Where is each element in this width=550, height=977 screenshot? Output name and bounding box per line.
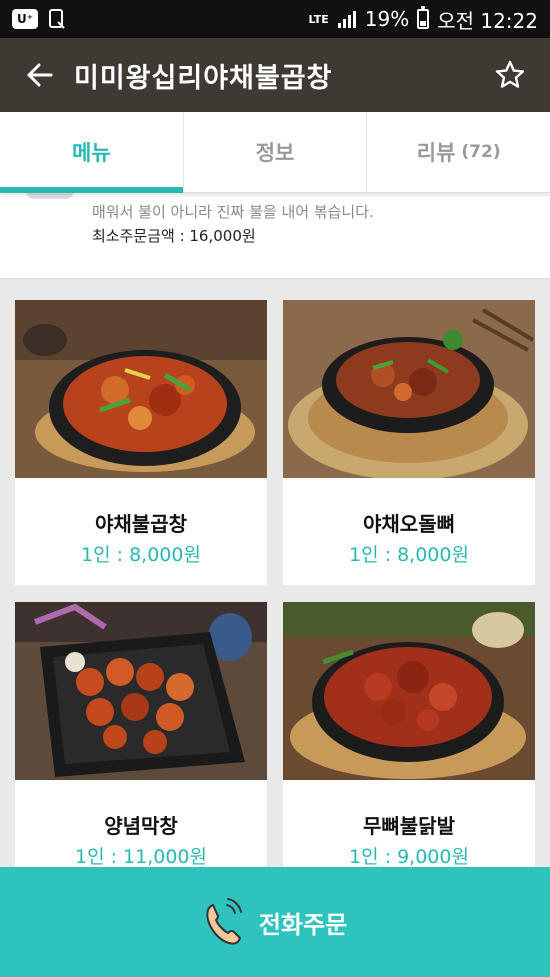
phone-order-button[interactable]: 전화주문 [0,867,550,977]
tab-reviews[interactable]: 리뷰 (72) [367,112,550,192]
menu-item-price: 1인 : 9,000원 [349,846,469,868]
back-arrow-icon [27,63,53,87]
phone-order-label: 전화주문 [258,910,348,939]
menu-item-photo [15,602,267,780]
menu-card[interactable]: 양념막창 1인 : 11,000원 [15,602,267,887]
page-title: 미미왕십리야채불곱창 [74,62,333,94]
screenshot-icon [49,9,65,29]
tab-reviews-label: 리뷰 [416,141,456,165]
signal-icon [337,11,356,28]
menu-card[interactable]: 무뼈불닭발 1인 : 9,000원 [283,602,535,887]
status-bar: U⁺ LTE 19% 오전 12:22 [0,0,550,38]
review-count: (72) [461,142,501,162]
tab-menu[interactable]: 메뉴 [0,112,184,193]
menu-card[interactable]: 야채오돌뼈 1인 : 8,000원 [283,300,535,585]
tab-menu-label: 메뉴 [72,141,111,165]
clock: 오전 12:22 [437,8,538,33]
menu-item-price: 1인 : 8,000원 [81,544,201,566]
menu-item-name: 야채오돌뼈 [363,512,455,536]
menu-item-photo [283,602,535,780]
tab-bar: 메뉴 정보 리뷰 (72) [0,112,550,193]
app-badge-icon: U⁺ [12,9,38,29]
menu-item-photo [283,300,535,478]
menu-item-name: 무뼈불닭발 [363,814,455,838]
menu-item-name: 야채불곱창 [95,512,187,536]
battery-percent: 19% [364,7,410,31]
network-type: LTE [308,12,329,26]
tab-info-label: 정보 [255,141,295,165]
battery-icon [417,6,430,29]
menu-item-photo [15,300,267,478]
star-icon [495,60,525,88]
phone-icon [206,898,242,945]
app-bar: 미미왕십리야채불곱창 [0,38,550,112]
menu-item-name: 양념막창 [104,814,178,838]
menu-card[interactable]: 야채불곱창 1인 : 8,000원 [15,300,267,585]
menu-item-price: 1인 : 11,000원 [74,846,207,868]
favorite-button[interactable] [490,55,530,95]
menu-item-price: 1인 : 8,000원 [349,544,469,566]
store-description: 매워서 불이 아니라 진짜 불을 내어 볶습니다. [92,203,374,221]
tab-info[interactable]: 정보 [184,112,368,192]
store-info-panel: 매워서 불이 아니라 진짜 불을 내어 볶습니다. 최소주문금액 : 16,00… [0,187,550,279]
back-button[interactable] [20,56,58,94]
min-order-amount: 최소주문금액 : 16,000원 [92,227,256,245]
